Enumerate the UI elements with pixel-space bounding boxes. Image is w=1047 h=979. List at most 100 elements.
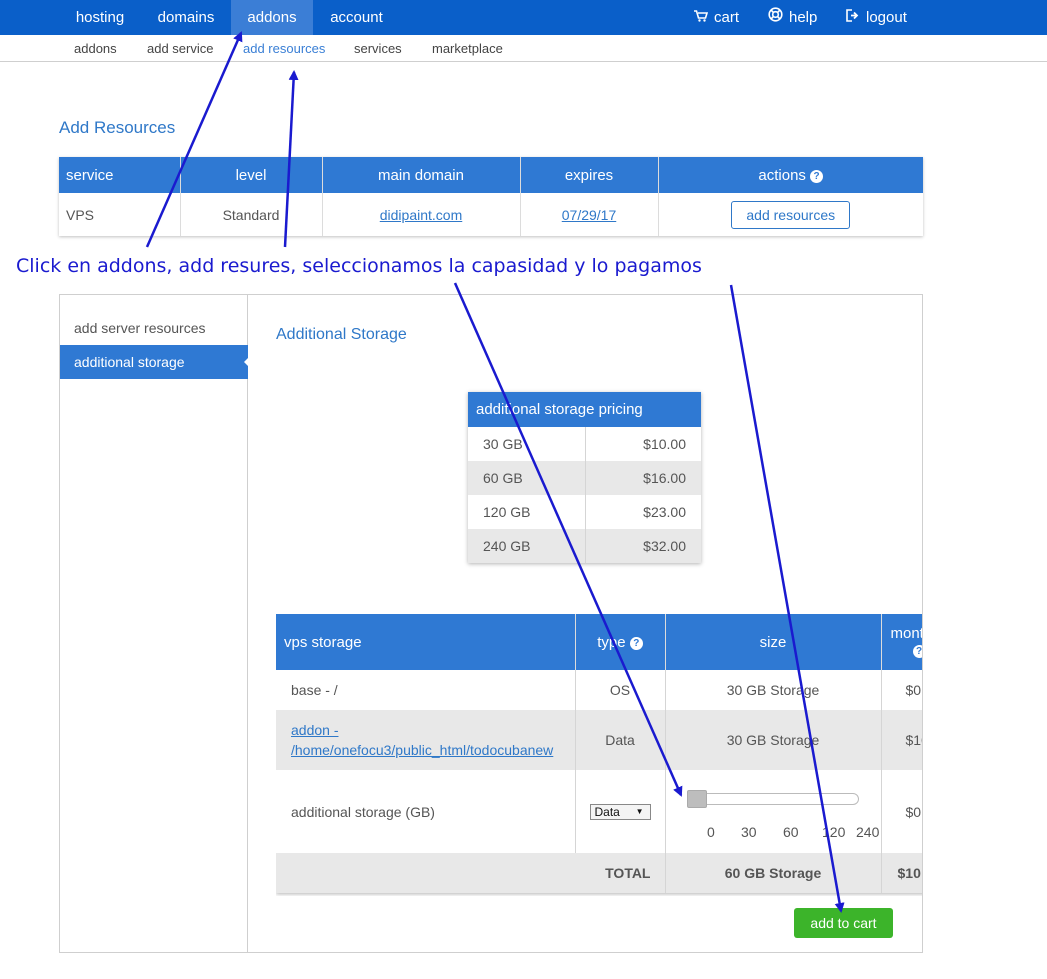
table-row: addon - /home/onefocu3/public_html/todoc… xyxy=(276,710,922,770)
col-size: size xyxy=(665,614,882,670)
nav-domains[interactable]: domains xyxy=(141,0,231,35)
cell-size-slider: 0 30 60 120 240 xyxy=(665,770,882,853)
total-monthly: $10 xyxy=(881,853,922,893)
cell-level: Standard xyxy=(180,193,323,236)
cell-name: addon - /home/onefocu3/public_html/todoc… xyxy=(276,710,576,770)
pricing-size: 30 GB xyxy=(468,427,586,461)
slider-tick: 240 xyxy=(856,823,880,840)
cell-domain: didipaint.com xyxy=(322,193,521,236)
slider-tick: 120 xyxy=(822,823,846,840)
page-title: Add Resources xyxy=(59,118,176,137)
pricing-price: $23.00 xyxy=(643,504,686,520)
pricing-size: 60 GB xyxy=(468,461,586,495)
slider-handle[interactable] xyxy=(687,789,707,808)
panel-sidebar: add server resources additional storage xyxy=(60,295,249,952)
table-header-row: service level main domain expires action… xyxy=(59,157,923,193)
pricing-size: 120 GB xyxy=(468,495,586,529)
slider-tick: 0 xyxy=(707,823,715,840)
table-row: 240 GB $32.00 xyxy=(468,529,701,563)
addon-path-link[interactable]: addon - /home/onefocu3/public_html/todoc… xyxy=(291,720,566,760)
pricing-price: $32.00 xyxy=(585,529,701,563)
cell-type: Data ▼ xyxy=(575,770,666,853)
cell-name: additional storage (GB) xyxy=(276,770,576,853)
storage-title: Additional Storage xyxy=(276,326,407,343)
table-row: VPS Standard didipaint.com 07/29/17 add … xyxy=(59,193,923,236)
col-actions-label: actions xyxy=(758,166,806,184)
col-service: service xyxy=(59,157,181,193)
cell-service: VPS xyxy=(59,193,181,236)
storage-table-wrap: vps storage type ? size mont? base - / O… xyxy=(276,614,922,896)
col-vps-storage: vps storage xyxy=(276,614,576,670)
table-row: base - / OS 30 GB Storage $0 xyxy=(276,670,922,710)
help-icon xyxy=(768,0,783,35)
type-select-value: Data xyxy=(594,805,620,819)
col-type: type ? xyxy=(575,614,666,670)
cell-monthly: $0 xyxy=(881,670,922,710)
nav-addons[interactable]: addons xyxy=(231,0,313,35)
add-resources-button[interactable]: add resources xyxy=(731,200,851,229)
slider-tick: 30 xyxy=(741,823,757,840)
question-icon[interactable]: ? xyxy=(629,636,643,650)
cell-actions: add resources xyxy=(658,193,923,236)
nav-cart-label: cart xyxy=(714,9,740,26)
annotation-text: Click en addons, add resures, selecciona… xyxy=(16,255,702,277)
pricing-price: $10.00 xyxy=(643,436,686,452)
cell-monthly: $10 xyxy=(881,710,922,770)
question-icon[interactable]: ? xyxy=(912,645,922,658)
table-row: 120 GB $23.00 xyxy=(468,495,701,529)
cell-size: 30 GB Storage xyxy=(665,710,882,770)
pricing-header: additional storage pricing xyxy=(468,392,701,427)
slider-track[interactable] xyxy=(687,792,859,805)
sidebar-item-add-server-resources[interactable]: add server resources xyxy=(60,311,248,345)
sub-navbar: addons add service add resources service… xyxy=(0,35,1047,62)
pricing-size: 240 GB xyxy=(468,529,586,563)
cell-type: OS xyxy=(575,670,666,710)
question-icon[interactable]: ? xyxy=(810,169,824,183)
subnav-services[interactable]: services xyxy=(354,41,402,56)
nav-help[interactable]: help xyxy=(768,0,817,35)
col-main-domain: main domain xyxy=(322,157,521,193)
top-navbar: hosting domains addons account cart help… xyxy=(0,0,1047,35)
nav-cart[interactable]: cart xyxy=(694,0,739,35)
nav-logout-label: logout xyxy=(866,9,907,26)
nav-hosting[interactable]: hosting xyxy=(59,0,141,35)
pricing-table: additional storage pricing 30 GB $10.00 6… xyxy=(468,392,701,563)
logout-icon xyxy=(846,0,860,35)
slider-tick: 60 xyxy=(783,823,799,840)
add-to-cart-button[interactable]: add to cart xyxy=(794,908,893,938)
col-monthly-label: mont xyxy=(890,625,923,642)
table-row: 60 GB $16.00 xyxy=(468,461,701,495)
col-monthly: mont? xyxy=(881,614,922,670)
cell-size: 30 GB Storage xyxy=(665,670,882,710)
nav-account[interactable]: account xyxy=(313,0,400,35)
table-row: additional storage (GB) Data ▼ 0 30 60 12… xyxy=(276,770,922,853)
subnav-marketplace[interactable]: marketplace xyxy=(432,41,503,56)
cart-icon xyxy=(694,0,709,35)
expires-link[interactable]: 07/29/17 xyxy=(562,207,617,223)
cell-type: Data xyxy=(575,710,666,770)
total-label: TOTAL xyxy=(276,853,666,893)
table-header-row: vps storage type ? size mont? xyxy=(276,614,922,670)
col-level: level xyxy=(180,157,323,193)
storage-slider[interactable]: 0 30 60 120 240 xyxy=(687,782,879,842)
sidebar-item-additional-storage[interactable]: additional storage xyxy=(60,345,249,379)
type-select[interactable]: Data ▼ xyxy=(589,804,651,820)
col-actions: actions ? xyxy=(658,157,923,193)
total-size: 60 GB Storage xyxy=(665,853,882,893)
pricing-price: $16.00 xyxy=(585,461,701,495)
nav-logout[interactable]: logout xyxy=(846,0,907,35)
chevron-down-icon: ▼ xyxy=(635,807,644,816)
domain-link[interactable]: didipaint.com xyxy=(380,207,463,223)
table-row: 30 GB $10.00 xyxy=(468,427,701,461)
subnav-add-service[interactable]: add service xyxy=(147,41,213,56)
nav-help-label: help xyxy=(789,9,818,26)
services-table: service level main domain expires action… xyxy=(59,157,923,236)
col-expires: expires xyxy=(520,157,659,193)
subnav-addons[interactable]: addons xyxy=(74,41,117,56)
total-row: TOTAL 60 GB Storage $10 xyxy=(276,853,922,893)
col-type-label: type xyxy=(597,633,626,651)
cell-monthly: $0 xyxy=(881,770,922,853)
subnav-add-resources[interactable]: add resources xyxy=(243,41,325,56)
cell-expires: 07/29/17 xyxy=(520,193,659,236)
cell-name: base - / xyxy=(276,670,576,710)
